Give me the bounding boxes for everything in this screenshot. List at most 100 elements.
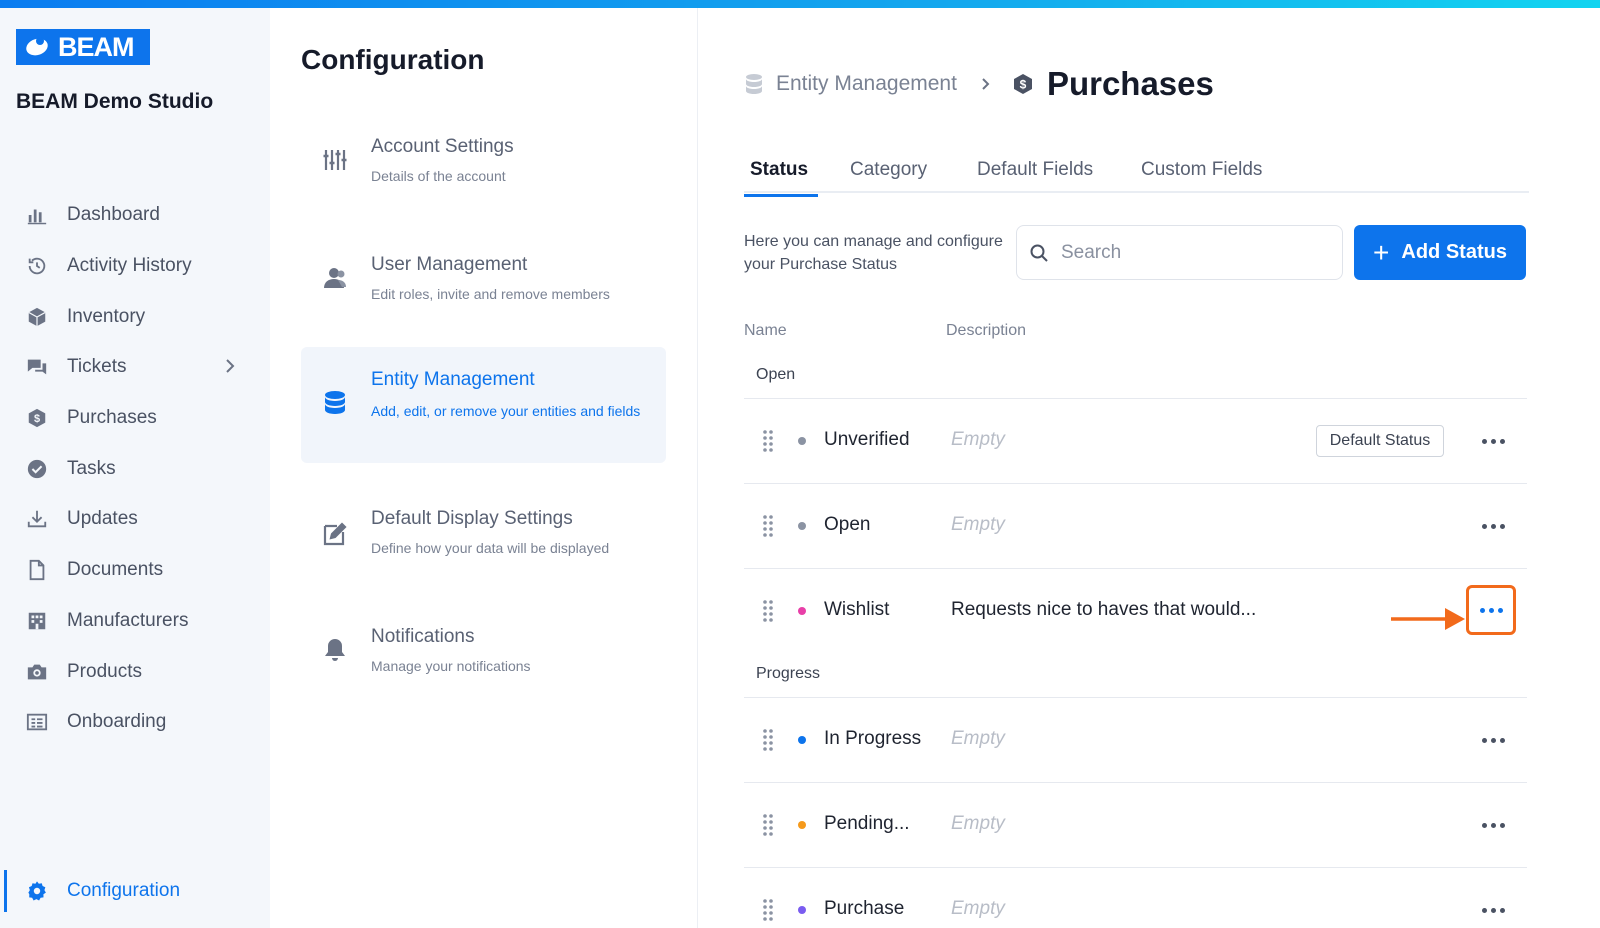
sidebar-item-label: Manufacturers xyxy=(67,609,189,631)
beam-logo-icon xyxy=(24,36,54,58)
page-title: Purchases xyxy=(1046,65,1214,102)
drag-handle-icon[interactable] xyxy=(762,898,774,922)
group-label-open: Open xyxy=(756,366,796,383)
sidebar-item-dashboard[interactable]: Dashboard xyxy=(0,190,270,241)
breadcrumb-parent[interactable]: Entity Management xyxy=(776,72,957,96)
config-item-desc: Manage your notifications xyxy=(371,658,531,674)
sidebar-item-tickets[interactable]: Tickets xyxy=(0,342,270,393)
config-item-account-settings[interactable]: Account Settings Details of the account xyxy=(301,126,666,206)
sidebar-item-label: Purchases xyxy=(67,407,157,429)
sidebar-item-label: Tickets xyxy=(67,356,127,378)
table-row[interactable]: Pending... Empty xyxy=(744,783,1527,867)
chat-icon xyxy=(25,355,49,379)
sidebar: BEAM BEAM Demo Studio Dashboard Activity… xyxy=(0,8,270,928)
intro-text: Here you can manage and configure your P… xyxy=(744,233,1003,273)
sidebar-item-label: Documents xyxy=(67,559,164,581)
building-icon xyxy=(25,609,49,633)
search-box[interactable] xyxy=(1016,225,1343,280)
status-name: Purchase xyxy=(824,898,905,919)
users-icon xyxy=(321,264,351,294)
tab-status[interactable]: Status xyxy=(743,159,819,197)
check-circle-icon xyxy=(25,457,49,481)
table-row[interactable]: Purchase Empty xyxy=(744,868,1527,928)
config-item-title: Entity Management xyxy=(371,369,535,390)
table-row[interactable]: Unverified Empty Default Status xyxy=(744,399,1527,483)
history-icon xyxy=(25,254,49,278)
sidebar-item-manufacturers[interactable]: Manufacturers xyxy=(0,596,270,647)
tab-default-fields[interactable]: Default Fields xyxy=(977,159,1093,193)
sidebar-item-products[interactable]: Products xyxy=(0,646,270,697)
status-color-dot xyxy=(798,522,806,530)
sidebar-item-label: Onboarding xyxy=(67,711,167,733)
cube-icon xyxy=(25,305,49,329)
config-item-user-management[interactable]: User Management Edit roles, invite and r… xyxy=(301,244,666,324)
sidebar-item-label: Inventory xyxy=(67,305,146,327)
svg-text:$: $ xyxy=(34,413,40,425)
sidebar-item-tasks[interactable]: Tasks xyxy=(0,443,270,494)
search-icon xyxy=(1030,244,1048,262)
drag-handle-icon[interactable] xyxy=(762,514,774,538)
drag-handle-icon[interactable] xyxy=(762,599,774,623)
status-color-dot xyxy=(798,821,806,829)
drag-handle-icon[interactable] xyxy=(762,429,774,453)
studio-name: BEAM Demo Studio xyxy=(16,90,214,113)
table-row[interactable]: Open Empty xyxy=(744,484,1527,568)
add-status-label: Add Status xyxy=(1401,241,1507,263)
config-item-desc: Details of the account xyxy=(371,168,506,184)
plus-icon: + xyxy=(1373,236,1390,268)
sidebar-item-activity-history[interactable]: Activity History xyxy=(0,241,270,292)
chevron-right-icon xyxy=(982,78,990,90)
sidebar-item-purchases[interactable]: $ Purchases xyxy=(0,393,270,444)
status-description: Empty xyxy=(951,813,1005,834)
bar-chart-icon xyxy=(25,203,49,227)
config-item-desc: Define how your data will be displayed xyxy=(371,540,610,556)
more-options-button[interactable] xyxy=(1470,722,1516,758)
dollar-shield-icon: $ xyxy=(25,406,49,430)
sidebar-item-label: Dashboard xyxy=(67,204,160,226)
drag-handle-icon[interactable] xyxy=(762,813,774,837)
sidebar-item-configuration[interactable]: Configuration xyxy=(0,868,270,914)
more-options-button[interactable] xyxy=(1470,892,1516,928)
more-options-button[interactable] xyxy=(1466,585,1516,635)
sidebar-item-label: Configuration xyxy=(67,880,181,901)
main-content: Entity Management $ Purchases Status Cat… xyxy=(699,8,1600,928)
config-item-title: Account Settings xyxy=(371,136,514,157)
sidebar-item-updates[interactable]: Updates xyxy=(0,494,270,545)
tab-category[interactable]: Category xyxy=(850,159,927,193)
bell-icon xyxy=(321,636,351,666)
config-item-entity-management[interactable]: Entity Management Add, edit, or remove y… xyxy=(301,347,666,463)
gear-icon xyxy=(25,879,49,903)
add-status-button[interactable]: + Add Status xyxy=(1354,225,1526,280)
more-options-button[interactable] xyxy=(1470,508,1516,544)
sidebar-item-documents[interactable]: Documents xyxy=(0,545,270,596)
default-status-badge: Default Status xyxy=(1316,425,1444,457)
beam-logo[interactable]: BEAM xyxy=(16,29,150,65)
status-name: In Progress xyxy=(824,728,922,749)
edit-icon xyxy=(321,520,351,550)
database-icon xyxy=(746,74,762,94)
more-options-button[interactable] xyxy=(1470,423,1516,459)
sliders-icon xyxy=(321,146,351,176)
top-accent-bar xyxy=(0,0,1600,8)
config-item-default-display-settings[interactable]: Default Display Settings Define how your… xyxy=(301,498,666,578)
search-input[interactable] xyxy=(1061,241,1321,264)
status-name: Unverified xyxy=(824,429,910,450)
status-description: Empty xyxy=(951,728,1005,749)
config-item-desc: Add, edit, or remove your entities and f… xyxy=(371,403,641,419)
tab-custom-fields[interactable]: Custom Fields xyxy=(1141,159,1262,193)
sidebar-item-label: Tasks xyxy=(67,457,116,479)
column-header-description: Description xyxy=(946,322,1027,339)
chevron-right-icon[interactable] xyxy=(222,358,238,374)
sidebar-item-onboarding[interactable]: Onboarding xyxy=(0,697,270,748)
group-label-progress: Progress xyxy=(756,665,821,682)
drag-handle-icon[interactable] xyxy=(762,728,774,752)
sidebar-item-inventory[interactable]: Inventory xyxy=(0,291,270,342)
tab-bar: Status Category Default Fields Custom Fi… xyxy=(743,153,1529,197)
table-row[interactable]: In Progress Empty xyxy=(744,698,1527,782)
config-item-notifications[interactable]: Notifications Manage your notifications xyxy=(301,616,666,696)
status-description: Empty xyxy=(951,898,1005,919)
download-icon xyxy=(25,507,49,531)
column-header-name: Name xyxy=(744,322,787,339)
status-name: Wishlist xyxy=(824,599,890,620)
more-options-button[interactable] xyxy=(1470,807,1516,843)
